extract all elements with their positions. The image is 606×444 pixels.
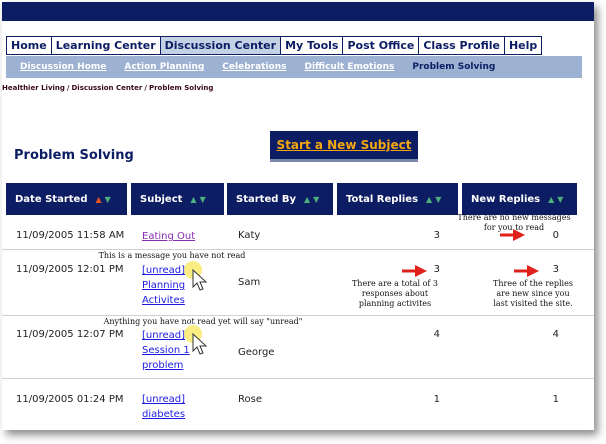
breadcrumb-problem-solving: Problem Solving xyxy=(148,84,214,92)
unread-label[interactable]: [unread] xyxy=(142,263,185,278)
subnav-action-planning[interactable]: Action Planning xyxy=(124,62,204,72)
tab-home[interactable]: Home xyxy=(7,37,51,54)
subject-link[interactable]: Eating Out xyxy=(142,229,195,244)
header-started-by[interactable]: Started By ▲▼ xyxy=(227,183,333,215)
subject-link[interactable]: Planning xyxy=(142,278,185,293)
date-started: 11/09/2005 11:58 AM xyxy=(16,230,125,241)
tab-my-tools[interactable]: My Tools xyxy=(281,37,343,54)
mouse-pointer-icon xyxy=(184,325,208,355)
unread-label[interactable]: [unread] xyxy=(142,328,185,343)
date-started: 11/09/2005 01:24 PM xyxy=(16,394,124,405)
started-by: Sam xyxy=(238,277,261,288)
row-divider xyxy=(2,378,594,379)
subject-link[interactable]: diabetes xyxy=(142,407,185,422)
breadcrumb: Healthier Living / Discussion Center / Probl… xyxy=(2,84,214,92)
start-new-subject-label: Start a New Subject xyxy=(276,138,412,152)
start-new-subject-button[interactable]: Start a New Subject xyxy=(270,131,418,162)
breadcrumb-discussion-center[interactable]: Discussion Center xyxy=(71,84,142,92)
subnav-difficult-emotions[interactable]: Difficult Emotions xyxy=(304,62,394,72)
sort-asc-icon[interactable]: ▲ xyxy=(95,195,104,204)
row-divider xyxy=(2,315,594,316)
unread-label[interactable]: [unread] xyxy=(142,392,185,407)
sort-asc-icon[interactable]: ▲ xyxy=(548,195,557,204)
row-divider xyxy=(2,249,594,250)
header-subject[interactable]: Subject ▲▼ xyxy=(131,183,224,215)
red-arrow-icon xyxy=(500,229,525,241)
browser-window: Home Learning Center Discussion Center M… xyxy=(2,2,594,430)
header-total-replies[interactable]: Total Replies ▲▼ xyxy=(337,183,458,215)
new-replies: 4 xyxy=(552,329,559,340)
date-started: 11/09/2005 12:07 PM xyxy=(16,329,124,340)
started-by: Rose xyxy=(238,394,262,405)
tab-class-profile[interactable]: Class Profile xyxy=(419,37,504,54)
annotation-unread-message: This is a message you have not read xyxy=(98,251,246,260)
breadcrumb-healthier-living[interactable]: Healthier Living xyxy=(2,84,65,92)
header-banner xyxy=(2,2,594,21)
new-replies: 1 xyxy=(552,394,559,405)
total-replies: 1 xyxy=(433,394,440,405)
total-replies: 3 xyxy=(433,230,440,241)
header-new-replies[interactable]: New Replies ▲▼ xyxy=(462,183,577,215)
total-replies: 4 xyxy=(433,329,440,340)
red-arrow-icon xyxy=(402,265,427,277)
red-arrow-icon xyxy=(514,265,539,277)
tab-learning-center[interactable]: Learning Center xyxy=(51,37,160,54)
started-by: Katy xyxy=(238,230,261,241)
sort-desc-icon[interactable]: ▼ xyxy=(557,195,566,204)
sort-desc-icon[interactable]: ▼ xyxy=(435,195,444,204)
discussion-subnav: Discussion Home Action Planning Celebrat… xyxy=(6,56,582,78)
subnav-problem-solving: Problem Solving xyxy=(412,62,496,72)
sort-desc-icon[interactable]: ▼ xyxy=(105,195,114,204)
page-title: Problem Solving xyxy=(14,148,134,163)
tab-help[interactable]: Help xyxy=(504,37,542,54)
header-date-started[interactable]: Date Started ▲▼ xyxy=(6,183,127,215)
new-replies: 3 xyxy=(552,264,559,275)
subnav-discussion-home[interactable]: Discussion Home xyxy=(20,62,106,72)
sort-asc-icon[interactable]: ▲ xyxy=(304,195,313,204)
sort-asc-icon[interactable]: ▲ xyxy=(190,195,199,204)
subject-link[interactable]: Activites xyxy=(142,293,185,308)
main-nav-tabs: Home Learning Center Discussion Center M… xyxy=(6,36,543,55)
sort-desc-icon[interactable]: ▼ xyxy=(313,195,322,204)
table-header: Date Started ▲▼ Subject ▲▼ Started By ▲▼… xyxy=(2,183,594,215)
sort-asc-icon[interactable]: ▲ xyxy=(426,195,435,204)
annotation-new-replies: Three of the replies are new since you l… xyxy=(493,279,573,308)
started-by: George xyxy=(238,347,275,358)
subnav-celebrations[interactable]: Celebrations xyxy=(222,62,286,72)
sort-desc-icon[interactable]: ▼ xyxy=(200,195,209,204)
subject-link[interactable]: problem xyxy=(142,358,183,373)
tab-post-office[interactable]: Post Office xyxy=(343,37,419,54)
tab-discussion-center[interactable]: Discussion Center xyxy=(160,37,281,54)
annotation-total-replies: There are a total of 3 responses about p… xyxy=(351,279,439,308)
date-started: 11/09/2005 12:01 PM xyxy=(16,264,124,275)
mouse-pointer-icon xyxy=(184,261,208,291)
